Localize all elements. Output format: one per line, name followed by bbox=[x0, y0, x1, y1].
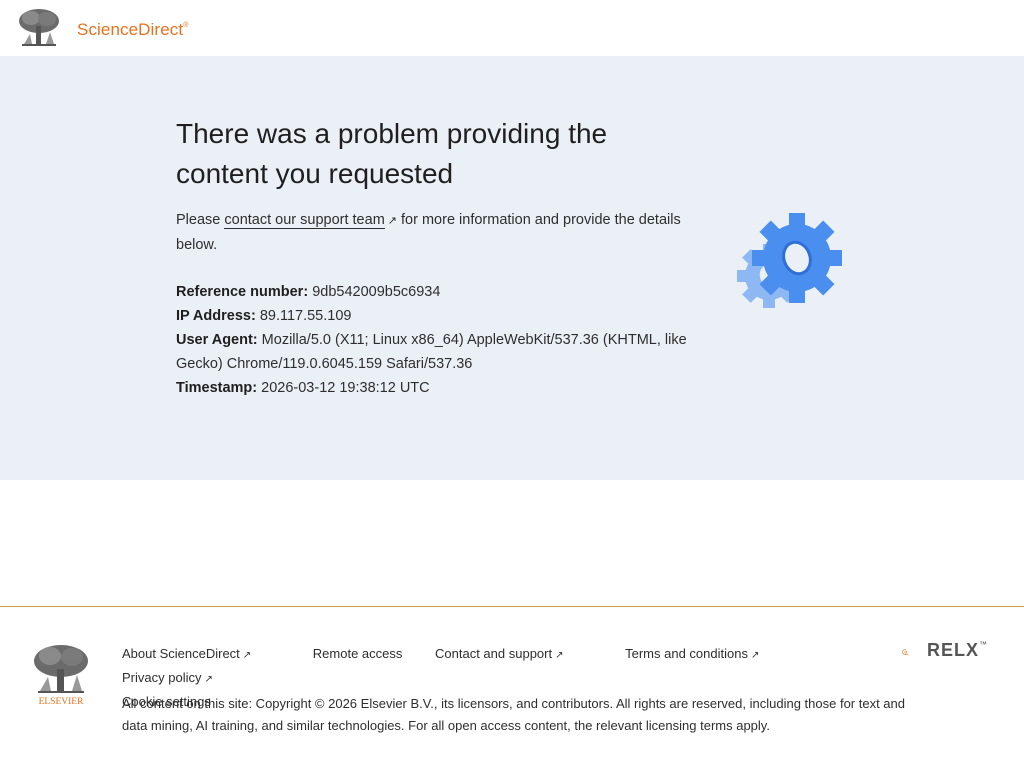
footer-link-remote-access[interactable]: Remote access bbox=[313, 643, 403, 665]
external-link-icon: ↗ bbox=[555, 650, 564, 661]
user-agent-row: User Agent: Mozilla/5.0 (X11; Linux x86_… bbox=[176, 332, 687, 372]
support-link[interactable]: contact our support team bbox=[224, 212, 385, 229]
elsevier-tree-icon[interactable] bbox=[16, 8, 62, 48]
intro-text: Please contact our support team ↗ for mor… bbox=[176, 212, 681, 253]
ip-row: IP Address: 89.117.55.109 bbox=[176, 308, 352, 324]
error-panel: There was a problem providing the conten… bbox=[0, 56, 1024, 480]
relx-logo-icon[interactable] bbox=[902, 640, 928, 664]
reference-row: Reference number: 9db542009b5c6934 bbox=[176, 284, 441, 300]
relx-wordmark: RELX™ bbox=[927, 640, 989, 660]
external-link-icon: ↗ bbox=[242, 650, 252, 661]
sciencedirect-logo[interactable]: ScienceDirect® bbox=[77, 20, 188, 40]
footer-link-contact[interactable]: Contact and support ↗ bbox=[435, 643, 592, 667]
external-link-icon: ↗ bbox=[387, 215, 397, 227]
copyright-text: All content on this site: Copyright © 20… bbox=[122, 696, 905, 733]
elsevier-wordmark: ELSEVIER bbox=[39, 697, 85, 707]
timestamp-row: Timestamp: 2026-03-12 19:38:12 UTC bbox=[176, 380, 430, 396]
footer-link-about[interactable]: About ScienceDirect ↗ bbox=[122, 643, 280, 667]
external-link-icon: ↗ bbox=[750, 650, 760, 661]
error-details: Reference number: 9db542009b5c6934 IP Ad… bbox=[176, 280, 691, 400]
page-title: There was a problem providing the conten… bbox=[176, 118, 608, 189]
footer-link-terms[interactable]: Terms and conditions ↗ bbox=[625, 643, 788, 667]
gear-icon bbox=[737, 213, 842, 308]
site-footer: ELSEVIER About ScienceDirect ↗ Remote acc… bbox=[0, 606, 1024, 768]
external-link-icon: ↗ bbox=[204, 674, 213, 685]
elsevier-tree-icon[interactable]: ELSEVIER bbox=[32, 641, 90, 707]
footer-link-privacy[interactable]: Privacy policy ↗ bbox=[122, 667, 242, 691]
site-header: ScienceDirect® bbox=[0, 0, 1024, 56]
